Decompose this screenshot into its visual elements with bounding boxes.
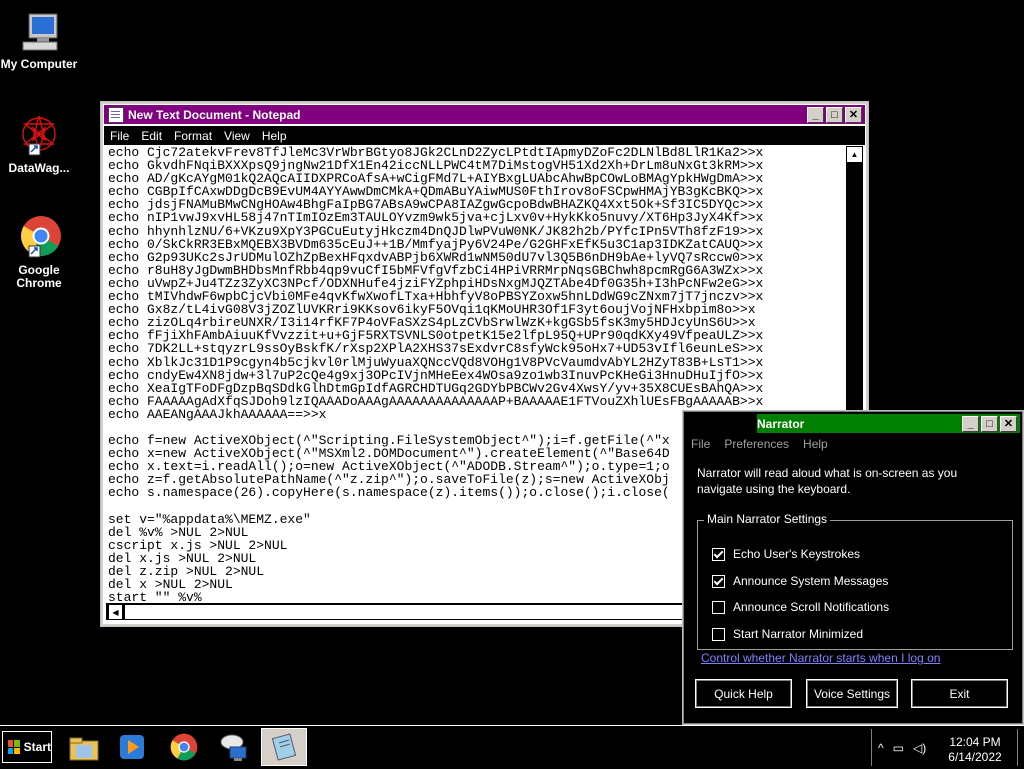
show-hidden-icons-icon[interactable]: ^: [878, 741, 884, 755]
narrator-menu-bar: File Preferences Help: [691, 437, 828, 451]
checkbox-label: Announce System Messages: [733, 574, 889, 588]
scroll-left-arrow-icon[interactable]: ◀: [108, 604, 123, 620]
text-line: echo G2p93UKc2sJrUDMulOZhZpBexHFqxdvABPj…: [108, 249, 764, 265]
desktop-icon-label: Chrome: [16, 276, 62, 290]
close-button[interactable]: ✕: [1000, 416, 1017, 432]
notepad-icon: [108, 106, 124, 123]
taskbar: Start ^ ▭ ◁) 12:04 PM 6/14/2022: [0, 725, 1024, 769]
menu-file[interactable]: File: [691, 437, 710, 451]
menu-edit[interactable]: Edit: [135, 129, 168, 143]
text-line: echo FAAAAAgAdXfqSJDoh9lzIQAAADoAAAgAAAA…: [108, 393, 764, 409]
text-line: echo XblkJc31D1P9cgyn4b5cjkvl0rlMjuWyuaX…: [108, 354, 764, 370]
announce-scroll-notifications-checkbox[interactable]: Announce Scroll Notifications: [712, 600, 889, 614]
minimize-button[interactable]: _: [807, 107, 824, 123]
narrator-window[interactable]: Narrator _ □ ✕ File Preferences Help Nar…: [682, 410, 1024, 725]
checkbox-unchecked-icon[interactable]: [712, 600, 725, 614]
taskbar-notepad[interactable]: [261, 728, 307, 766]
menu-preferences[interactable]: Preferences: [724, 437, 789, 451]
main-settings-group: Main Narrator Settings Echo User's Keyst…: [697, 512, 1013, 650]
maximize-button[interactable]: □: [826, 107, 843, 123]
system-tray: ^ ▭ ◁) 12:04 PM 6/14/2022: [871, 729, 1024, 766]
desktop-icon-google-chrome[interactable]: Google Chrome: [0, 214, 78, 290]
exit-button[interactable]: Exit: [911, 679, 1008, 708]
text-line: echo cndyEw4XN8jdw+3l7uP2cQe4g9xj3OPcIVj…: [108, 367, 764, 383]
checkbox-unchecked-icon[interactable]: [712, 627, 725, 641]
explorer-icon: [69, 737, 99, 761]
clock-time[interactable]: 12:04 PM: [942, 735, 1008, 749]
chrome-icon: [170, 733, 198, 761]
menu-view[interactable]: View: [218, 129, 256, 143]
notepad-title: New Text Document - Notepad: [128, 107, 301, 122]
voice-settings-button[interactable]: Voice Settings: [806, 679, 898, 708]
volume-icon[interactable]: ◁): [913, 741, 926, 755]
group-label: Main Narrator Settings: [704, 512, 831, 526]
horizontal-scroll-thumb[interactable]: [124, 604, 686, 620]
notepad-icon: [271, 733, 297, 761]
text-line: echo 7DK2LL+stqyzrL9ssOyBskfK/rXsp2XPlA2…: [108, 341, 764, 357]
checkbox-checked-icon[interactable]: [712, 547, 725, 561]
maximize-button[interactable]: □: [981, 416, 998, 432]
windows-logo-icon: [8, 740, 20, 754]
computer-icon: [15, 8, 63, 56]
checkbox-label: Announce Scroll Notifications: [733, 600, 890, 614]
start-button[interactable]: Start: [2, 731, 52, 763]
desktop-icon-my-computer[interactable]: My Computer: [0, 8, 78, 71]
menu-file[interactable]: File: [104, 129, 135, 143]
text-line: echo r8uH8yJgDwmBHDbsMnfRbb4qp9vuCfI5bMF…: [108, 262, 764, 278]
text-line: echo 0/SkCkRR3EBxMQEBX3BVDm635cEuJ++1B/M…: [108, 236, 764, 252]
text-line: echo hhynhlzNU/6+VKzu9XpY3PGCuEutyjHkczm…: [108, 223, 764, 239]
checkbox-label: Echo User's Keystrokes: [733, 547, 861, 561]
datawag-icon: [15, 112, 63, 160]
text-line: echo nIP1vwJ9xvHL58j47nTImIOzEm3TAULOYvz…: [108, 210, 764, 226]
network-icon[interactable]: ▭: [893, 741, 904, 755]
narrator-startup-link[interactable]: Control whether Narrator starts when I l…: [701, 651, 940, 665]
narrator-title-bar[interactable]: Narrator _ □ ✕: [757, 414, 1020, 433]
media-player-icon: [120, 735, 144, 759]
taskbar-media-player[interactable]: [109, 728, 155, 766]
taskbar-network-help[interactable]: [211, 728, 257, 766]
announce-system-messages-checkbox[interactable]: Announce System Messages: [712, 574, 888, 588]
start-minimized-checkbox[interactable]: Start Narrator Minimized: [712, 627, 863, 641]
text-line: echo XeaIgTFoDFgDzpBqSDdkGlhDtmGpIdfAGRC…: [108, 380, 764, 396]
scroll-up-arrow-icon[interactable]: ▲: [846, 146, 863, 163]
desktop-icon-label: DataWag...: [8, 161, 70, 175]
network-help-icon: [220, 734, 247, 761]
notepad-menu-bar: File Edit Format View Help: [104, 126, 865, 145]
taskbar-chrome[interactable]: [161, 728, 207, 766]
narrator-description: Narrator will read aloud what is on-scre…: [697, 466, 958, 496]
start-label: Start: [23, 740, 51, 754]
checkbox-checked-icon[interactable]: [712, 574, 725, 588]
narrator-title: Narrator: [757, 416, 805, 431]
menu-help[interactable]: Help: [803, 437, 828, 451]
desktop-icon-label: My Computer: [0, 57, 78, 71]
echo-keystrokes-checkbox[interactable]: Echo User's Keystrokes: [712, 547, 860, 561]
menu-help[interactable]: Help: [256, 129, 293, 143]
chrome-icon: [15, 214, 63, 262]
close-button[interactable]: ✕: [845, 107, 862, 123]
clock-date[interactable]: 6/14/2022: [942, 750, 1008, 764]
desktop-icon-datawag[interactable]: DataWag...: [0, 112, 78, 175]
menu-format[interactable]: Format: [168, 129, 218, 143]
show-desktop-button[interactable]: [1017, 729, 1024, 766]
quick-help-button[interactable]: Quick Help: [695, 679, 792, 708]
minimize-button[interactable]: _: [962, 416, 979, 432]
notepad-title-bar[interactable]: New Text Document - Notepad _ □ ✕: [104, 105, 865, 124]
taskbar-explorer[interactable]: [61, 728, 107, 766]
checkbox-label: Start Narrator Minimized: [733, 627, 864, 641]
